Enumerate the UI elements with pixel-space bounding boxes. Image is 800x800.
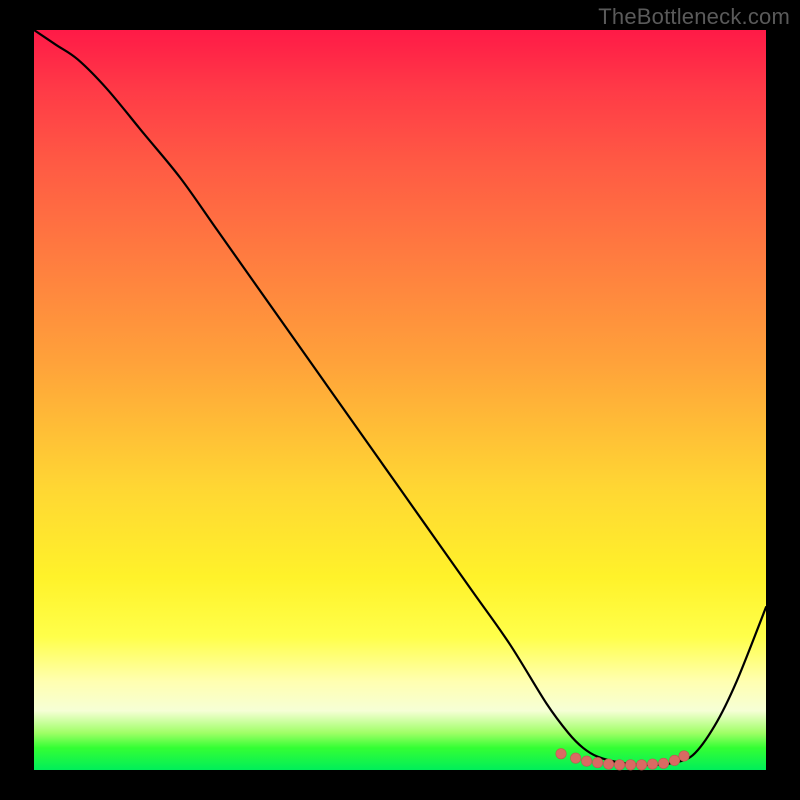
valley-marker bbox=[570, 753, 580, 763]
valley-marker bbox=[636, 760, 646, 770]
valley-marker bbox=[625, 760, 635, 770]
plot-area bbox=[34, 30, 766, 770]
valley-marker bbox=[556, 749, 566, 759]
valley-marker bbox=[669, 755, 679, 765]
valley-marker bbox=[647, 759, 657, 769]
valley-marker bbox=[581, 756, 591, 766]
watermark-text: TheBottleneck.com bbox=[598, 4, 790, 30]
valley-marker bbox=[592, 757, 602, 767]
valley-marker bbox=[614, 760, 624, 770]
valley-markers bbox=[556, 749, 689, 771]
valley-marker bbox=[603, 759, 613, 769]
curve-svg bbox=[34, 30, 766, 770]
valley-marker bbox=[679, 751, 689, 761]
valley-marker bbox=[658, 758, 668, 768]
bottleneck-curve-line bbox=[34, 30, 766, 765]
chart-canvas: TheBottleneck.com bbox=[0, 0, 800, 800]
